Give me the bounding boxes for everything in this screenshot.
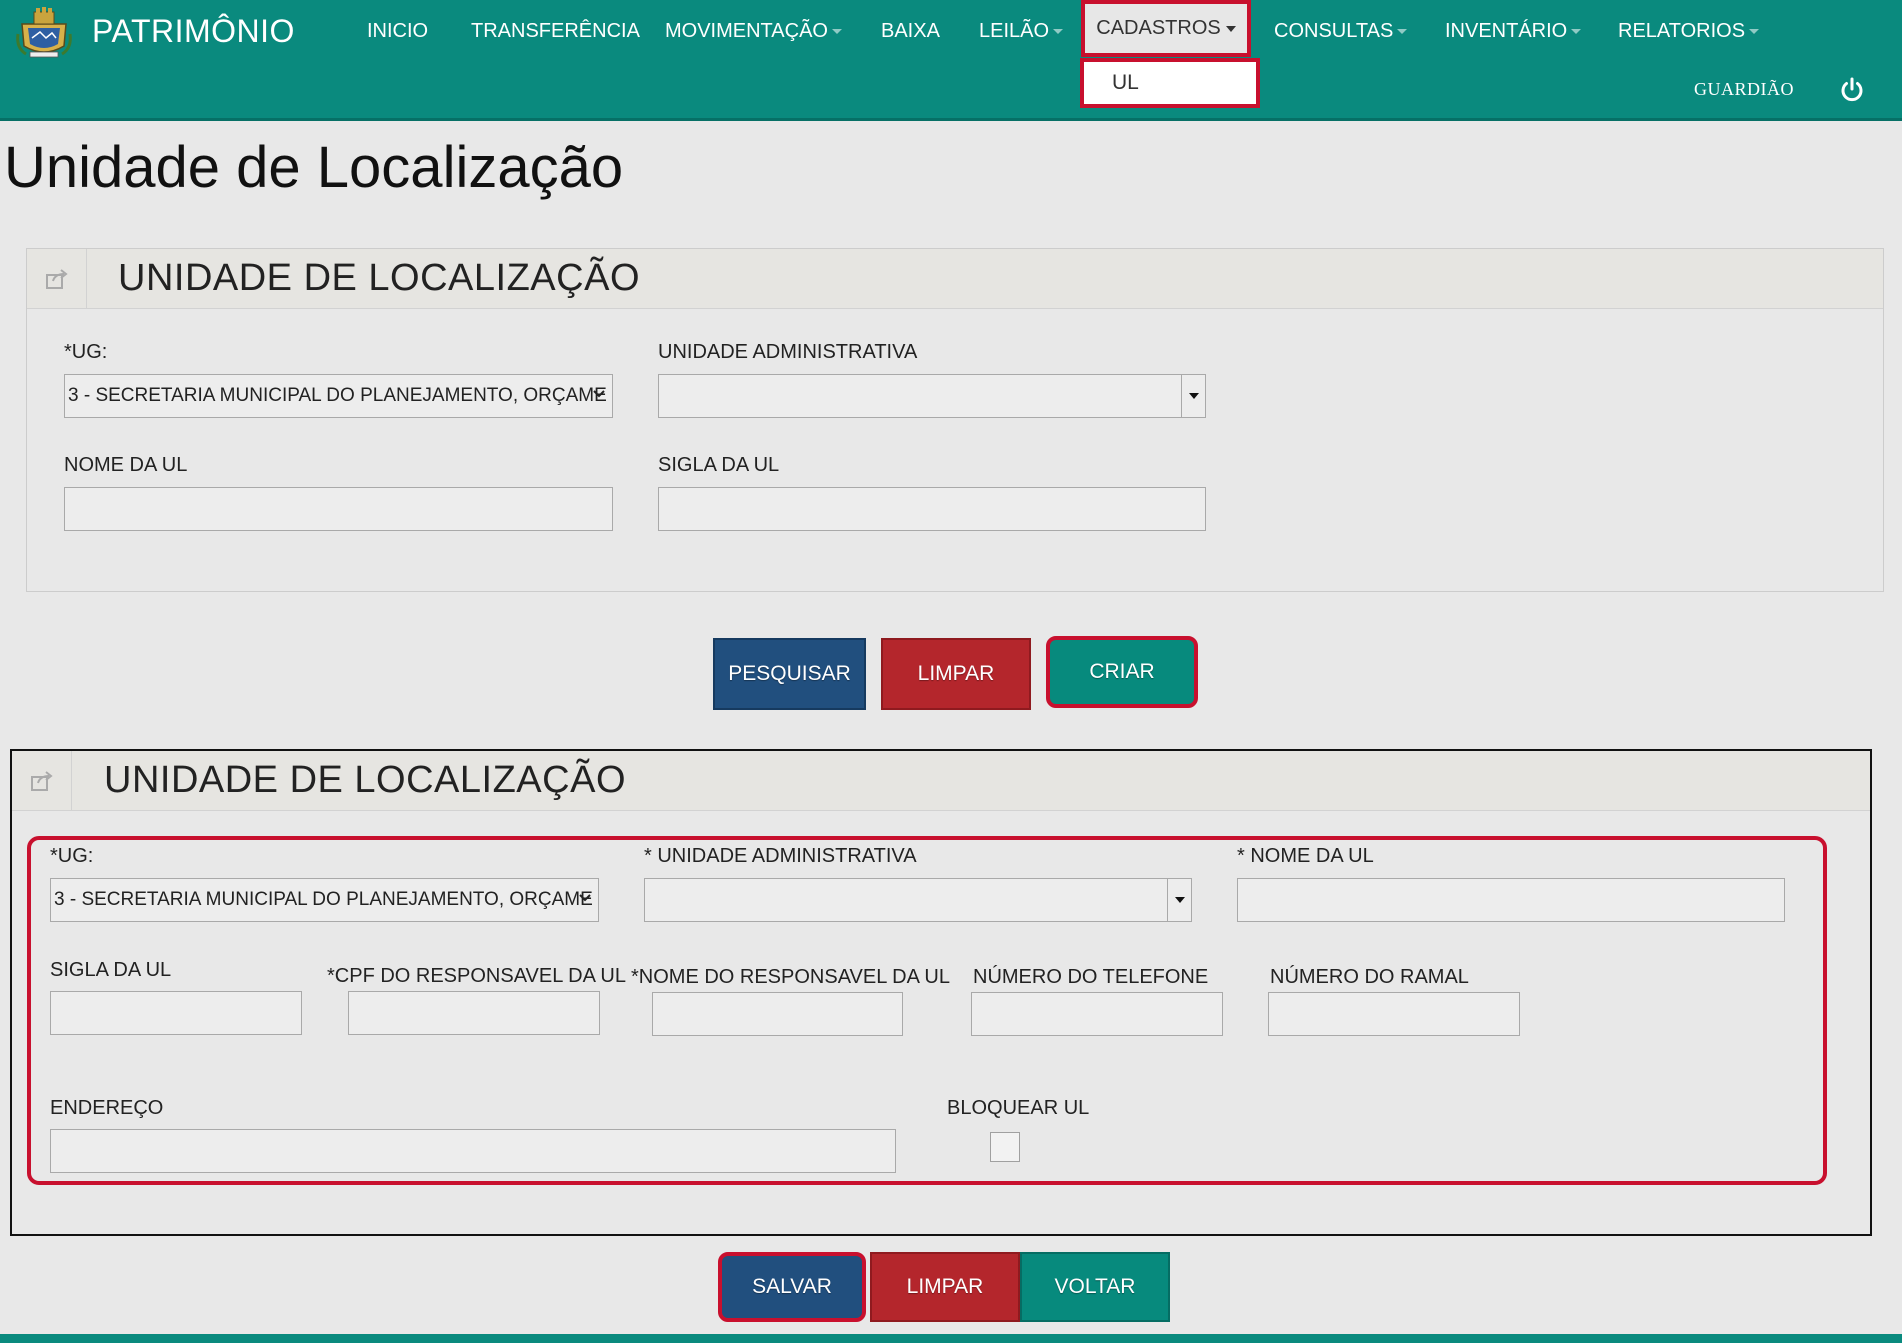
top-navbar: PATRIMÔNIO INICIO TRANSFERÊNCIA MOVIMENT… bbox=[0, 0, 1902, 121]
caret-down-icon bbox=[1174, 897, 1185, 903]
ramal-label: NÚMERO DO RAMAL bbox=[1270, 966, 1469, 988]
chevron-down-icon bbox=[1397, 29, 1408, 35]
chevron-down-icon bbox=[1571, 29, 1582, 35]
sigla-ul-input[interactable] bbox=[658, 487, 1206, 531]
pesquisar-button[interactable]: PESQUISAR bbox=[713, 638, 866, 710]
share-icon bbox=[45, 268, 68, 289]
nome-responsavel-input[interactable] bbox=[652, 992, 903, 1036]
share-icon bbox=[30, 770, 53, 791]
chevron-down-icon bbox=[1053, 29, 1064, 35]
voltar-button[interactable]: VOLTAR bbox=[1020, 1252, 1170, 1322]
nav-item-inicio[interactable]: INICIO bbox=[367, 20, 428, 43]
form-nome-ul-input[interactable] bbox=[1237, 878, 1785, 922]
caret-down-icon bbox=[1188, 393, 1199, 399]
form-ua-combobox[interactable] bbox=[644, 878, 1192, 922]
telefone-input[interactable] bbox=[971, 992, 1223, 1036]
chevron-down-icon bbox=[1749, 29, 1760, 35]
ua-label: * UNIDADE ADMINISTRATIVA bbox=[644, 845, 917, 867]
footer-bar bbox=[0, 1334, 1902, 1343]
form-ug-select[interactable]: 3 - SECRETARIA MUNICIPAL DO PLANEJAMENTO… bbox=[50, 878, 599, 922]
nome-ul-label: * NOME DA UL bbox=[1237, 845, 1374, 867]
chevron-down-icon bbox=[1225, 25, 1236, 32]
ramal-input[interactable] bbox=[1268, 992, 1520, 1036]
panel-title: UNIDADE DE LOCALIZAÇÃO bbox=[118, 257, 640, 299]
panel-title: UNIDADE DE LOCALIZAÇÃO bbox=[104, 759, 626, 801]
nome-ul-input[interactable] bbox=[64, 487, 613, 531]
nav-item-transferencia[interactable]: TRANSFERÊNCIA bbox=[471, 20, 640, 43]
salvar-button[interactable]: SALVAR bbox=[718, 1252, 866, 1322]
nav-item-relatorios[interactable]: RELATORIOS bbox=[1618, 20, 1760, 43]
bloquear-ul-label: BLOQUEAR UL bbox=[947, 1097, 1090, 1119]
cpf-responsavel-label: *CPF DO RESPONSAVEL DA UL bbox=[327, 965, 626, 987]
power-icon[interactable] bbox=[1838, 76, 1866, 104]
telefone-label: NÚMERO DO TELEFONE bbox=[973, 966, 1209, 988]
nav-item-leilao[interactable]: LEILÃO bbox=[979, 20, 1064, 43]
ug-select[interactable]: 3 - SECRETARIA MUNICIPAL DO PLANEJAMENTO… bbox=[64, 374, 613, 418]
panel-icon-box[interactable] bbox=[12, 751, 72, 810]
nav-item-baixa[interactable]: BAIXA bbox=[881, 20, 940, 43]
form-sigla-ul-input[interactable] bbox=[50, 991, 302, 1035]
panel-header: UNIDADE DE LOCALIZAÇÃO bbox=[12, 751, 1870, 811]
nome-ul-label: NOME DA UL bbox=[64, 454, 188, 476]
combobox-toggle[interactable] bbox=[1181, 375, 1205, 417]
combobox-toggle[interactable] bbox=[1167, 879, 1191, 921]
nav-item-cadastros[interactable]: CADASTROS bbox=[1081, 0, 1251, 57]
ug-label: *UG: bbox=[50, 845, 94, 867]
ug-label: *UG: bbox=[64, 341, 108, 363]
nav-item-movimentacao[interactable]: MOVIMENTAÇÃO bbox=[665, 20, 842, 43]
brand[interactable]: PATRIMÔNIO bbox=[14, 4, 295, 59]
bloquear-ul-checkbox[interactable] bbox=[990, 1132, 1020, 1162]
endereco-label: ENDEREÇO bbox=[50, 1097, 164, 1119]
page-title: Unidade de Localização bbox=[4, 135, 624, 200]
limpar-search-button[interactable]: LIMPAR bbox=[881, 638, 1031, 710]
panel-header: UNIDADE DE LOCALIZAÇÃO bbox=[27, 249, 1883, 309]
chevron-down-icon bbox=[831, 29, 842, 35]
nome-responsavel-label: *NOME DO RESPONSAVEL DA UL bbox=[631, 966, 950, 988]
app-name: PATRIMÔNIO bbox=[92, 13, 295, 49]
coat-of-arms-logo bbox=[16, 7, 72, 58]
user-name[interactable]: GUARDIÃO bbox=[1694, 79, 1794, 100]
ua-combobox[interactable] bbox=[658, 374, 1206, 418]
nav-item-inventario[interactable]: INVENTÁRIO bbox=[1445, 20, 1582, 43]
panel-icon-box[interactable] bbox=[27, 249, 87, 308]
cpf-responsavel-input[interactable] bbox=[348, 991, 600, 1035]
criar-button[interactable]: CRIAR bbox=[1046, 636, 1198, 708]
chevron-down-icon bbox=[579, 894, 591, 902]
ua-label: UNIDADE ADMINISTRATIVA bbox=[658, 341, 918, 363]
search-panel: UNIDADE DE LOCALIZAÇÃO bbox=[26, 248, 1884, 592]
chevron-down-icon bbox=[593, 390, 605, 398]
endereco-input[interactable] bbox=[50, 1129, 896, 1173]
dropdown-item-ul[interactable]: UL bbox=[1080, 58, 1260, 108]
sigla-ul-label: SIGLA DA UL bbox=[658, 454, 780, 476]
limpar-form-button[interactable]: LIMPAR bbox=[870, 1252, 1020, 1322]
sigla-ul-label: SIGLA DA UL bbox=[50, 959, 172, 981]
nav-item-consultas[interactable]: CONSULTAS bbox=[1274, 20, 1408, 43]
